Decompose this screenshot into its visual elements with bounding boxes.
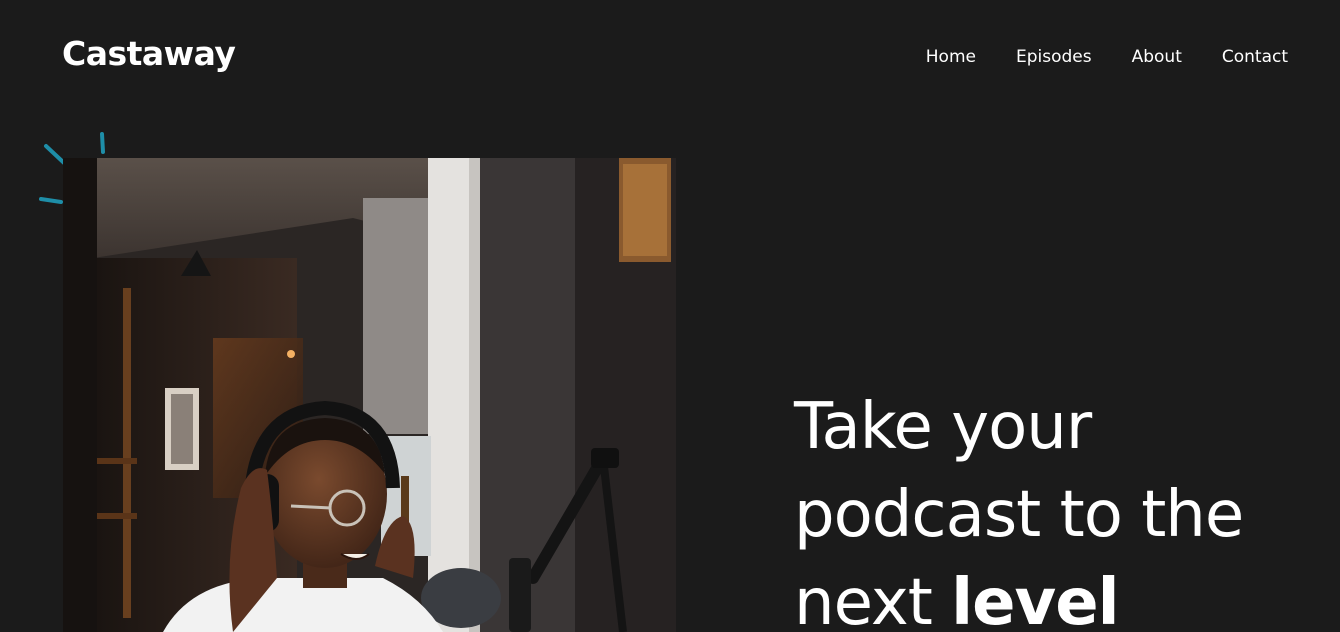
headline-line-2: podcast to the — [794, 478, 1244, 552]
hero-headline: Take your podcast to the next level — [794, 383, 1314, 632]
site-logo[interactable]: Castaway — [62, 34, 236, 73]
headline-word-next: next — [794, 566, 933, 632]
headline-line-1: Take your — [794, 390, 1092, 464]
nav-home-link[interactable]: Home — [926, 47, 976, 67]
page: Castaway Home Episodes About Contact Tak… — [0, 0, 1340, 632]
headline-line-3: next level — [794, 559, 1314, 632]
nav-about-link[interactable]: About — [1132, 47, 1182, 67]
nav-contact-link[interactable]: Contact — [1222, 47, 1288, 67]
main-nav: Home Episodes About Contact — [926, 47, 1288, 67]
headline-underlined-word: next — [794, 559, 933, 632]
nav-episodes-link[interactable]: Episodes — [1016, 47, 1092, 67]
hero-podcaster-photo — [63, 158, 676, 632]
headline-word-level: level — [951, 566, 1119, 632]
